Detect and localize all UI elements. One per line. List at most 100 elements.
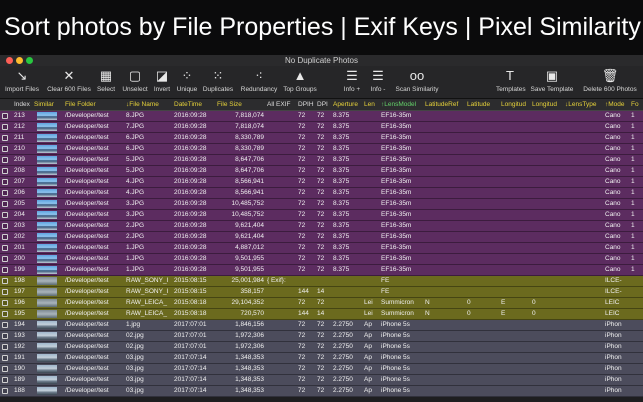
row-checkbox[interactable] xyxy=(2,212,8,218)
photo-thumbnail[interactable] xyxy=(37,145,57,153)
photo-thumbnail[interactable] xyxy=(37,365,57,373)
duplicates-button[interactable]: ⁙ Duplicates xyxy=(200,66,236,98)
photo-thumbnail[interactable] xyxy=(37,244,57,252)
table-row[interactable]: 196/Developer/test RAW_LEICA_ 2015:08:18 29… xyxy=(0,298,643,309)
photo-thumbnail[interactable] xyxy=(37,277,57,285)
table-row[interactable]: 193/Developer/test 02.jpg 2017:07:01 1,972,… xyxy=(0,331,643,342)
photo-thumbnail[interactable] xyxy=(37,343,57,351)
row-checkbox[interactable] xyxy=(2,289,8,295)
row-checkbox[interactable] xyxy=(2,113,8,119)
column-header[interactable]: Latitude xyxy=(466,99,500,110)
column-header[interactable]: Longitud xyxy=(531,99,564,110)
row-checkbox[interactable] xyxy=(2,267,8,273)
table-row[interactable]: 211/Developer/test 6.JPG 2016:09:28 8,330,7… xyxy=(0,133,643,144)
table-row[interactable]: 200/Developer/test 1.JPG 2016:09:28 9,501,9… xyxy=(0,254,643,265)
row-checkbox[interactable] xyxy=(2,366,8,372)
row-checkbox[interactable] xyxy=(2,256,8,262)
table-row[interactable]: 204/Developer/test 3.JPG 2016:09:28 10,485,… xyxy=(0,210,643,221)
table-row[interactable]: 188/Developer/test 03.jpg 2017:07:14 1,348,… xyxy=(0,386,643,397)
column-header[interactable]: DPIH xyxy=(297,99,316,110)
delete-button[interactable]: 🗑 Delete 600 Photos xyxy=(578,66,642,98)
photo-thumbnail[interactable] xyxy=(37,123,57,131)
column-header[interactable]: Index xyxy=(13,99,33,110)
photo-thumbnail[interactable] xyxy=(37,134,57,142)
table-row[interactable]: 201/Developer/test 1.JPG 2016:09:28 4,887,0… xyxy=(0,243,643,254)
photo-thumbnail[interactable] xyxy=(37,233,57,241)
row-checkbox[interactable] xyxy=(2,223,8,229)
row-checkbox[interactable] xyxy=(2,135,8,141)
photo-thumbnail[interactable] xyxy=(37,211,57,219)
photo-thumbnail[interactable] xyxy=(37,310,57,318)
save-template-button[interactable]: ▣ Save Template xyxy=(528,66,576,98)
photo-thumbnail[interactable] xyxy=(37,167,57,175)
column-header[interactable]: All EXIF xyxy=(266,99,297,110)
photo-thumbnail[interactable] xyxy=(37,178,57,186)
info-minus-button[interactable]: ☰ Info - xyxy=(366,66,390,98)
photo-thumbnail[interactable] xyxy=(37,288,57,296)
row-checkbox[interactable] xyxy=(2,168,8,174)
table-row[interactable]: 212/Developer/test 7.JPG 2016:09:28 7,818,0… xyxy=(0,122,643,133)
templates-button[interactable]: T Templates xyxy=(496,66,526,98)
table-row[interactable]: 194/Developer/test 1.jpg 2017:07:01 1,846,1… xyxy=(0,320,643,331)
photo-thumbnail[interactable] xyxy=(37,255,57,263)
table-row[interactable]: 209/Developer/test 5.JPG 2016:09:28 8,647,7… xyxy=(0,155,643,166)
row-checkbox[interactable] xyxy=(2,388,8,394)
column-header[interactable]: Fo xyxy=(630,99,643,110)
row-checkbox[interactable] xyxy=(2,234,8,240)
row-checkbox[interactable] xyxy=(2,344,8,350)
row-checkbox[interactable] xyxy=(2,355,8,361)
scan-similarity-button[interactable]: oo Scan Similarity xyxy=(392,66,442,98)
photo-thumbnail[interactable] xyxy=(37,321,57,329)
import-files-button[interactable]: ↘ Import Files xyxy=(2,66,42,98)
row-checkbox[interactable] xyxy=(2,190,8,196)
photo-thumbnail[interactable] xyxy=(37,387,57,395)
row-checkbox[interactable] xyxy=(2,201,8,207)
row-checkbox[interactable] xyxy=(2,146,8,152)
photo-thumbnail[interactable] xyxy=(37,266,57,274)
column-header[interactable]: File Folder xyxy=(64,99,125,110)
row-checkbox[interactable] xyxy=(2,377,8,383)
photo-thumbnail[interactable] xyxy=(37,156,57,164)
photo-thumbnail[interactable] xyxy=(37,189,57,197)
unselect-button[interactable]: ▢ Unselect xyxy=(120,66,150,98)
table-row[interactable]: 213/Developer/test 8.JPG 2016:09:28 7,818,0… xyxy=(0,111,643,122)
row-checkbox[interactable] xyxy=(2,322,8,328)
table-row[interactable]: 195/Developer/test RAW_LEICA_ 2015:08:18 72… xyxy=(0,309,643,320)
table-row[interactable]: 197/Developer/test RAW_SONY_I 2015:08:15 35… xyxy=(0,287,643,298)
column-header[interactable]: Longitud xyxy=(500,99,531,110)
row-checkbox[interactable] xyxy=(2,311,8,317)
column-header[interactable]: ↓File Name xyxy=(125,99,173,110)
column-header[interactable]: Similar xyxy=(33,99,64,110)
invert-button[interactable]: ◪ Invert xyxy=(150,66,174,98)
column-header[interactable]: File Size xyxy=(216,99,266,110)
table-row[interactable]: 202/Developer/test 2.JPG 2016:09:28 9,621,4… xyxy=(0,232,643,243)
table-row[interactable]: 205/Developer/test 3.JPG 2016:09:28 10,485,… xyxy=(0,199,643,210)
unique-button[interactable]: ⁘ Unique xyxy=(175,66,199,98)
table-row[interactable]: 208/Developer/test 5.JPG 2016:09:28 8,647,7… xyxy=(0,166,643,177)
row-checkbox[interactable] xyxy=(2,245,8,251)
table-row[interactable]: 207/Developer/test 4.JPG 2016:09:28 8,566,9… xyxy=(0,177,643,188)
row-checkbox[interactable] xyxy=(2,157,8,163)
table-row[interactable]: 199/Developer/test 1.JPG 2016:09:28 9,501,9… xyxy=(0,265,643,276)
column-header[interactable]: ↑LensModel xyxy=(380,99,424,110)
select-button[interactable]: ▦ Select xyxy=(94,66,118,98)
table-row[interactable]: 190/Developer/test 03.jpg 2017:07:14 1,348,… xyxy=(0,364,643,375)
row-checkbox[interactable] xyxy=(2,300,8,306)
redundancy-button[interactable]: ⁖ Redundancy xyxy=(238,66,280,98)
photo-thumbnail[interactable] xyxy=(37,112,57,120)
row-checkbox[interactable] xyxy=(2,124,8,130)
clear-button[interactable]: ✕ Clear 600 Files xyxy=(44,66,94,98)
column-header[interactable]: Aperture xyxy=(332,99,363,110)
photo-thumbnail[interactable] xyxy=(37,376,57,384)
top-groups-button[interactable]: ▲ Top Groups xyxy=(280,66,320,98)
photo-thumbnail[interactable] xyxy=(37,299,57,307)
table-row[interactable]: 189/Developer/test 03.jpg 2017:07:14 1,348,… xyxy=(0,375,643,386)
photo-thumbnail[interactable] xyxy=(37,354,57,362)
column-header[interactable]: DateTime xyxy=(173,99,216,110)
info-plus-button[interactable]: ☰ Info + xyxy=(340,66,364,98)
column-header[interactable]: LatitudeRef xyxy=(424,99,466,110)
row-checkbox[interactable] xyxy=(2,179,8,185)
photo-thumbnail[interactable] xyxy=(37,332,57,340)
row-checkbox[interactable] xyxy=(2,278,8,284)
photo-thumbnail[interactable] xyxy=(37,200,57,208)
